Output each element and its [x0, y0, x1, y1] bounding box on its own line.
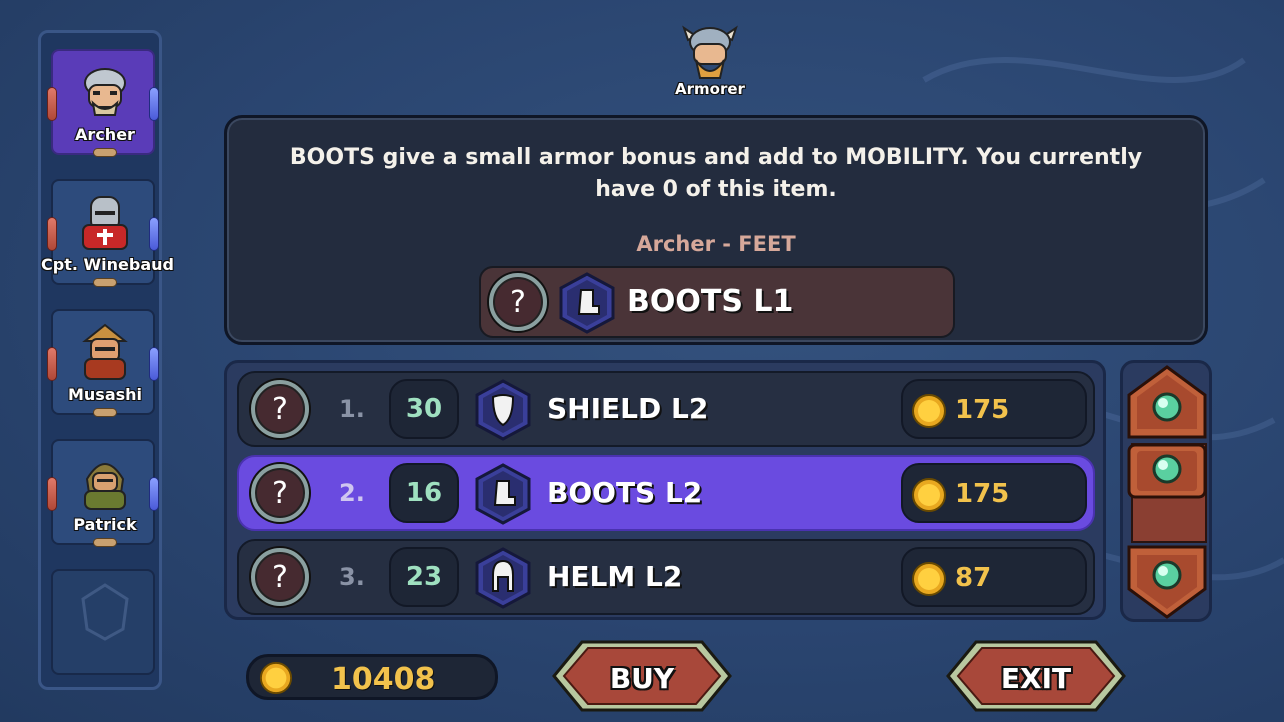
knight-portrait — [82, 196, 128, 250]
price-box: 175 — [901, 463, 1087, 523]
item-info-panel: BOOTS give a small armor bonus and add t… — [224, 115, 1208, 345]
item-help-button[interactable]: ? — [251, 464, 309, 522]
hero-health-pill — [47, 217, 57, 251]
gold-coin-icon — [912, 562, 946, 596]
item-price: 175 — [955, 479, 1010, 509]
equipped-item-name: BOOTS L1 — [627, 284, 794, 319]
shop-row-shield[interactable]: ? 1. 30 SHIELD L2 175 — [237, 371, 1095, 447]
hero-name: Patrick — [73, 515, 137, 534]
hero-mana-pill — [149, 217, 159, 251]
exit-button[interactable]: EXIT — [946, 640, 1126, 712]
hero-card-archer[interactable]: Archer — [47, 49, 159, 157]
item-name: HELM L2 — [547, 560, 683, 593]
item-description: BOOTS give a small armor bonus and add t… — [289, 145, 1143, 202]
rogue-portrait — [84, 463, 126, 510]
row-index: 3. — [339, 563, 365, 591]
scroll-thumb[interactable] — [1127, 443, 1207, 499]
gold-balance: 10408 — [246, 654, 498, 700]
hero-name: Archer — [75, 125, 135, 144]
hero-badge — [93, 278, 117, 287]
hero-card-empty[interactable] — [51, 569, 155, 675]
vendor-portrait: Armorer — [660, 22, 760, 100]
item-price: 175 — [955, 395, 1010, 425]
hero-badge — [93, 408, 117, 417]
boots-icon — [475, 463, 531, 525]
samurai-portrait — [82, 323, 128, 380]
stock-quantity: 16 — [389, 463, 459, 523]
hero-mana-pill — [149, 347, 159, 381]
row-index: 1. — [339, 395, 365, 423]
hero-name: Cpt. Winebaud — [41, 255, 174, 274]
empty-slot-emblem — [81, 583, 129, 641]
item-help-button[interactable]: ? — [251, 548, 309, 606]
boots-icon — [559, 272, 615, 334]
hero-card-patrick[interactable]: Patrick — [47, 439, 159, 547]
shield-icon — [475, 379, 531, 441]
equipped-item: ? BOOTS L1 — [479, 266, 955, 338]
gold-coin-icon — [259, 661, 293, 695]
buy-label: BUY — [609, 662, 675, 695]
helm-icon — [475, 547, 531, 609]
item-name: BOOTS L2 — [547, 476, 703, 509]
party-panel: Archer Cpt. Winebaud Musashi Patrick — [38, 30, 174, 690]
hero-name: Musashi — [67, 385, 143, 404]
shop-item-list: ? 1. 30 SHIELD L2 175 ? 2. 16 BOOTS L2 1… — [224, 360, 1106, 620]
buy-button[interactable]: BUY — [552, 640, 732, 712]
item-name: SHIELD L2 — [547, 392, 709, 425]
hero-badge — [93, 148, 117, 157]
hero-health-pill — [47, 347, 57, 381]
gold-amount: 10408 — [331, 662, 436, 697]
shop-row-helm[interactable]: ? 3. 23 HELM L2 87 — [237, 539, 1095, 615]
list-scrollbar — [1120, 360, 1212, 622]
vendor-name: Armorer — [675, 80, 745, 98]
hero-health-pill — [47, 87, 57, 121]
hero-card-musashi[interactable]: Musashi — [47, 309, 159, 417]
price-box: 175 — [901, 379, 1087, 439]
equip-slot-label: Archer - FEET — [636, 232, 796, 256]
hero-badge — [93, 538, 117, 547]
stock-quantity: 30 — [389, 379, 459, 439]
hero-health-pill — [47, 477, 57, 511]
scroll-down-button[interactable] — [1127, 543, 1207, 619]
hero-mana-pill — [149, 477, 159, 511]
gold-coin-icon — [912, 394, 946, 428]
item-price: 87 — [955, 563, 992, 593]
item-help-button[interactable]: ? — [251, 380, 309, 438]
scroll-up-button[interactable] — [1127, 365, 1207, 441]
archer-portrait — [84, 68, 126, 116]
shop-row-boots[interactable]: ? 2. 16 BOOTS L2 175 — [237, 455, 1095, 531]
stock-quantity: 23 — [389, 547, 459, 607]
armorer-portrait — [682, 25, 738, 79]
exit-label: EXIT — [1000, 662, 1072, 695]
hero-mana-pill — [149, 87, 159, 121]
row-index: 2. — [339, 479, 365, 507]
price-box: 87 — [901, 547, 1087, 607]
gold-coin-icon — [912, 478, 946, 512]
hero-card-cpt-winebaud[interactable]: Cpt. Winebaud — [41, 179, 174, 287]
equipped-help-button[interactable]: ? — [489, 273, 547, 331]
